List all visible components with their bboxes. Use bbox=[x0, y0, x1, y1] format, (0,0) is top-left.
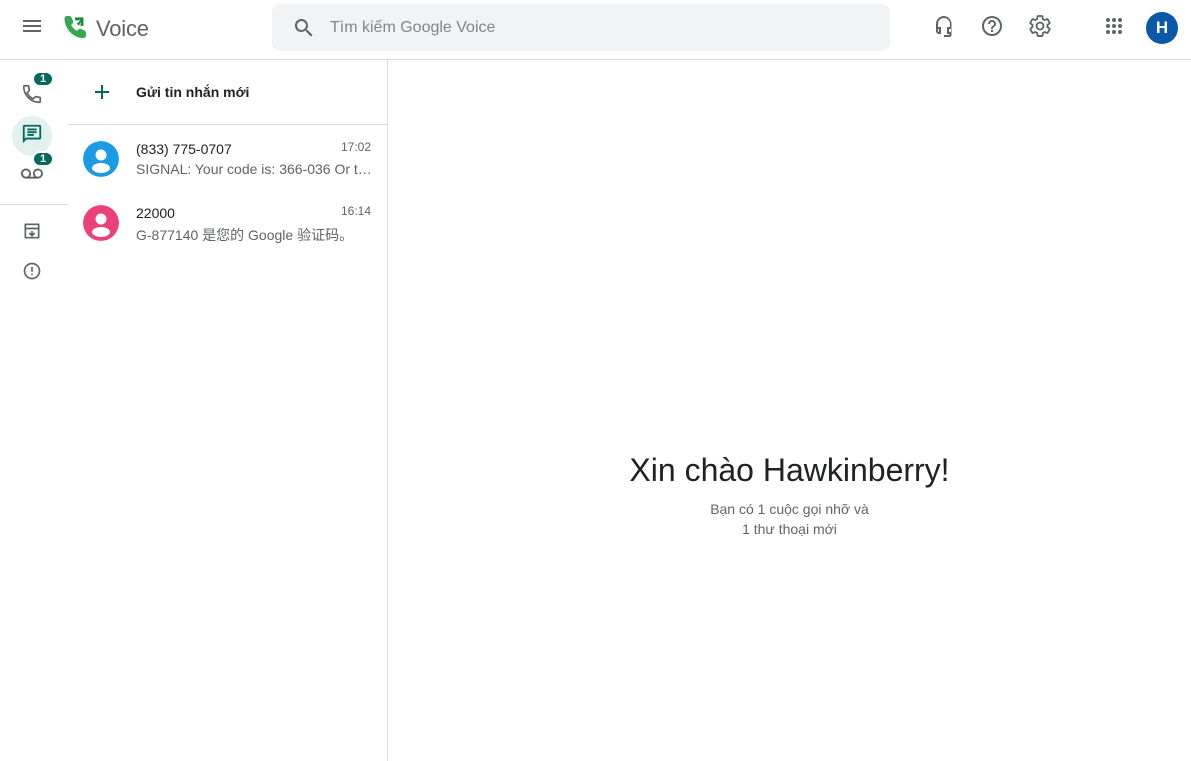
contact-avatar-icon bbox=[83, 141, 119, 177]
main-content: Xin chào Hawkinberry! Bạn có 1 cuộc gọi … bbox=[388, 60, 1191, 761]
spam-icon bbox=[22, 261, 42, 286]
conversation-time: 16:14 bbox=[340, 204, 371, 218]
nav-spam[interactable] bbox=[12, 253, 52, 293]
menu-icon bbox=[20, 14, 44, 43]
settings-button[interactable] bbox=[1020, 8, 1060, 48]
greeting-subtitle: Bạn có 1 cuộc gọi nhỡ và 1 thư thoại mới bbox=[388, 499, 1191, 539]
conversation-item[interactable]: (833) 775-0707 17:02 SIGNAL: Your code i… bbox=[68, 126, 387, 190]
main-menu-button[interactable] bbox=[12, 8, 52, 48]
send-new-message-label: Gửi tin nhắn mới bbox=[136, 84, 250, 100]
greeting-subtitle-line-1: Bạn có 1 cuộc gọi nhỡ và bbox=[710, 501, 869, 517]
help-button[interactable] bbox=[972, 8, 1012, 48]
app-name: Voice bbox=[96, 16, 149, 41]
plus-icon bbox=[90, 80, 114, 104]
nav-voicemail[interactable]: 1 bbox=[12, 151, 54, 196]
headset-icon bbox=[932, 14, 956, 43]
conversation-list-pane: Gửi tin nhắn mới (833) 775-0707 17:02 SI… bbox=[68, 60, 388, 761]
nav-messages[interactable] bbox=[12, 116, 52, 156]
conversation-snippet: SIGNAL: Your code is: 366-036 Or tap thi… bbox=[136, 161, 372, 177]
greeting-subtitle-line-2: 1 thư thoại mới bbox=[742, 521, 837, 537]
nav-archive[interactable] bbox=[12, 213, 52, 253]
nav-rail: 1 1 bbox=[0, 60, 68, 761]
apps-button[interactable] bbox=[1094, 8, 1134, 48]
apps-icon bbox=[1102, 14, 1126, 43]
support-button[interactable] bbox=[924, 8, 964, 48]
conversation-time: 17:02 bbox=[340, 140, 371, 154]
archive-icon bbox=[22, 221, 42, 246]
conversation-name: 22000 bbox=[136, 205, 175, 221]
voice-logo[interactable]: Voice bbox=[62, 14, 149, 44]
account-avatar[interactable]: H bbox=[1146, 12, 1178, 44]
contact-avatar-icon bbox=[83, 205, 119, 241]
nav-divider bbox=[0, 204, 68, 205]
message-icon bbox=[21, 123, 43, 150]
conversation-item[interactable]: 22000 16:14 G-877140 是您的 Google 验证码。 bbox=[68, 190, 387, 254]
voice-logo-icon bbox=[62, 13, 90, 46]
search-input[interactable] bbox=[330, 18, 850, 37]
help-icon bbox=[980, 14, 1004, 43]
calls-badge: 1 bbox=[32, 71, 54, 87]
conversation-name: (833) 775-0707 bbox=[136, 141, 232, 157]
send-new-message-button[interactable]: Gửi tin nhắn mới bbox=[68, 60, 387, 125]
greeting-title: Xin chào Hawkinberry! bbox=[629, 452, 950, 488]
search-icon[interactable] bbox=[292, 16, 316, 40]
settings-icon bbox=[1028, 14, 1052, 43]
conversation-snippet: G-877140 是您的 Google 验证码。 bbox=[136, 227, 354, 243]
voicemail-badge: 1 bbox=[32, 151, 54, 167]
top-app-bar: Voice H bbox=[0, 0, 1191, 60]
search-bar[interactable] bbox=[272, 4, 890, 51]
nav-calls[interactable]: 1 bbox=[12, 71, 54, 116]
